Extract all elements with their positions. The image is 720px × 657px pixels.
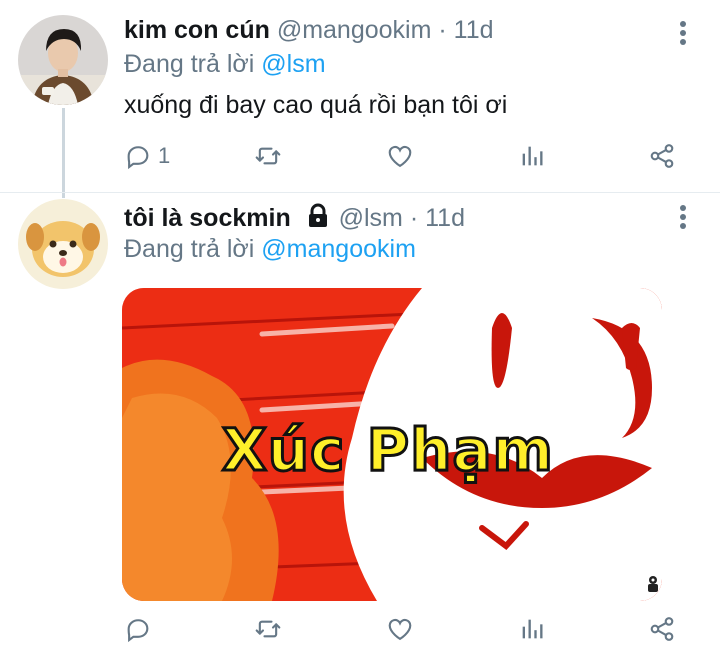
replying-to-label: Đang trả lời xyxy=(124,235,255,263)
analytics-button[interactable] xyxy=(518,613,546,645)
more-options-icon[interactable] xyxy=(676,205,690,229)
user-handle[interactable]: @lsm xyxy=(339,204,403,232)
analytics-icon xyxy=(522,619,543,639)
reply-icon xyxy=(127,146,149,170)
tweet-actions xyxy=(124,613,684,645)
share-icon xyxy=(650,617,674,641)
person-photo-icon xyxy=(18,15,108,105)
share-icon xyxy=(650,144,674,168)
more-options-icon[interactable] xyxy=(676,21,690,45)
avatar[interactable] xyxy=(18,15,108,105)
like-button[interactable] xyxy=(386,140,414,172)
replying-to-line: Đang trả lời @lsm xyxy=(124,50,326,79)
display-name[interactable]: tôi là sockmin xyxy=(124,204,291,232)
cartoon-dog-icon xyxy=(18,199,108,289)
tweet-text: xuống đi bay cao quá rồi bạn tôi ơi xyxy=(124,91,508,119)
analytics-button[interactable] xyxy=(518,140,546,172)
alt-badge-icon xyxy=(646,575,660,593)
reply-icon xyxy=(127,619,149,643)
avatar[interactable] xyxy=(18,199,108,289)
like-icon xyxy=(388,618,412,641)
reply-button[interactable] xyxy=(124,613,152,645)
tweet-media-gif[interactable]: Xúc Phạm xyxy=(122,288,662,601)
share-button[interactable] xyxy=(648,140,676,172)
mention-link[interactable]: @mangookim xyxy=(261,235,416,263)
retweet-button[interactable] xyxy=(254,613,282,645)
reply-count: 1 xyxy=(158,143,171,168)
like-icon xyxy=(388,145,412,168)
separator-dot: · xyxy=(438,16,447,44)
analytics-icon xyxy=(522,146,543,166)
replying-to-label: Đang trả lời xyxy=(124,50,255,78)
retweet-icon xyxy=(255,147,281,165)
timestamp[interactable]: 11d xyxy=(454,16,494,44)
timestamp[interactable]: 11d xyxy=(425,204,465,232)
tweet-1[interactable]: kim con cún @mangookim · 11d Đang trả lờ… xyxy=(0,0,720,195)
lock-icon xyxy=(308,203,327,227)
retweet-button[interactable] xyxy=(254,140,282,172)
mention-link[interactable]: @lsm xyxy=(261,50,325,78)
user-handle[interactable]: @mangookim xyxy=(277,16,432,44)
separator-dot: · xyxy=(409,204,419,232)
retweet-icon xyxy=(255,620,281,638)
display-name[interactable]: kim con cún xyxy=(124,16,270,44)
tweet-header: kim con cún @mangookim · 11d xyxy=(124,16,494,45)
reply-button[interactable]: 1 xyxy=(124,140,170,172)
tweet-divider xyxy=(0,192,720,193)
like-button[interactable] xyxy=(386,613,414,645)
replying-to-line: Đang trả lời @mangookim xyxy=(124,235,416,264)
tweet-header: tôi là sockmin @lsm · 11d xyxy=(124,203,465,233)
meme-caption: Xúc Phạm xyxy=(221,415,555,486)
tweet-actions: 1 xyxy=(124,140,684,172)
share-button[interactable] xyxy=(648,613,676,645)
